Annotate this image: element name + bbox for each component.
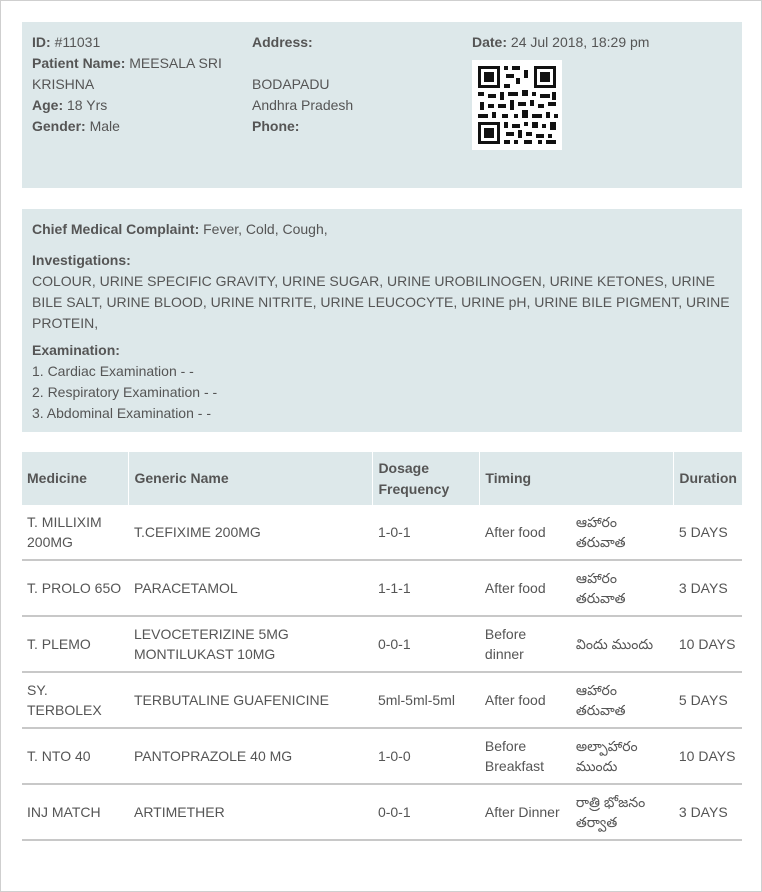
patient-info-panel: ID: #11031 Patient Name: MEESALA SRI KRI… (22, 22, 742, 188)
investigations-label: Investigations: (32, 252, 131, 268)
timing-cell: After food (479, 672, 571, 729)
timing-local-cell: రాత్రి భోజనం తర్వాత (570, 784, 674, 841)
dosage-cell: 1-1-1 (372, 560, 480, 617)
duration-cell: 10 DAYS (673, 728, 742, 785)
header-dosage-frequency: Dosage Frequency (372, 452, 481, 505)
phone-label: Phone: (252, 118, 300, 134)
date-qr-column: Date: 24 Jul 2018, 18:29 pm (472, 32, 737, 150)
patient-phone: Phone: (252, 116, 462, 137)
medicine-cell: SY. TERBOLEX (22, 672, 129, 729)
dosage-cell: 1-0-0 (372, 728, 480, 785)
timing-local-cell: ఆహారం తరువాత (570, 505, 674, 561)
generic-cell: ARTIMETHER (128, 784, 373, 841)
address-line1: BODAPADU (252, 76, 330, 92)
address-label: Address: (252, 34, 313, 50)
examination-item: 1. Cardiac Examination - - (32, 363, 194, 379)
table-row: T. MILLIXIM 200MG T.CEFIXIME 200MG 1-0-1… (22, 505, 742, 561)
table-header-row: Medicine Generic Name Dosage Frequency T… (22, 452, 742, 505)
duration-cell: 3 DAYS (673, 784, 742, 841)
investigations-value: COLOUR, URINE SPECIFIC GRAVITY, URINE SU… (32, 273, 730, 331)
timing-cell: After Dinner (479, 784, 571, 841)
examination-item: 3. Abdominal Examination - - (32, 405, 211, 421)
duration-cell: 10 DAYS (673, 616, 742, 673)
patient-gender-value: Male (89, 118, 120, 134)
patient-gender-label: Gender: (32, 118, 86, 134)
duration-cell: 5 DAYS (673, 505, 742, 561)
table-row: T. NTO 40 PANTOPRAZOLE 40 MG 1-0-0 Befor… (22, 728, 742, 785)
timing-cell: After food (479, 560, 571, 617)
patient-id-value: #11031 (54, 34, 101, 50)
examination-item: 2. Respiratory Examination - - (32, 384, 218, 400)
timing-local-cell: ఆహారం తరువాత (570, 560, 674, 617)
patient-identity-column: ID: #11031 Patient Name: MEESALA SRI KRI… (32, 32, 237, 137)
dosage-cell: 0-0-1 (372, 616, 480, 673)
header-generic-name: Generic Name (128, 452, 374, 505)
medicine-cell: T. NTO 40 (22, 728, 129, 785)
patient-age-label: Age: (32, 97, 64, 113)
duration-cell: 3 DAYS (673, 560, 742, 617)
generic-cell: PANTOPRAZOLE 40 MG (128, 728, 373, 785)
patient-name: Patient Name: MEESALA SRI KRISHNA (32, 53, 237, 95)
table-row: T. PLEMO LEVOCETERIZINE 5MG MONTILUKAST … (22, 616, 742, 673)
table-row: T. PROLO 65O PARACETAMOL 1-1-1 After foo… (22, 560, 742, 617)
generic-cell: TERBUTALINE GUAFENICINE (128, 672, 373, 729)
medicine-cell: T. MILLIXIM 200MG (22, 505, 129, 561)
complaint-value: Fever, Cold, Cough, (203, 221, 328, 237)
dosage-cell: 5ml-5ml-5ml (372, 672, 480, 729)
chief-complaint: Chief Medical Complaint: Fever, Cold, Co… (32, 219, 732, 240)
patient-age: Age: 18 Yrs (32, 95, 237, 116)
medicine-cell: T. PROLO 65O (22, 560, 129, 617)
timing-cell: After food (479, 505, 571, 561)
header-timing: Timing (479, 452, 675, 505)
generic-cell: PARACETAMOL (128, 560, 373, 617)
prescription-page: ID: #11031 Patient Name: MEESALA SRI KRI… (0, 0, 762, 892)
date-value: 24 Jul 2018, 18:29 pm (510, 34, 650, 50)
clinical-panel: Chief Medical Complaint: Fever, Cold, Co… (22, 209, 742, 432)
timing-cell: Before dinner (479, 616, 571, 673)
patient-address-column: Address: BODAPADU Andhra Pradesh Phone: (252, 32, 462, 137)
qr-code-icon (472, 60, 562, 150)
generic-cell: T.CEFIXIME 200MG (128, 505, 373, 561)
patient-id: ID: #11031 (32, 32, 237, 53)
prescription-table: Medicine Generic Name Dosage Frequency T… (22, 452, 742, 841)
timing-local-cell: ఆహారం తరువాత (570, 672, 674, 729)
timing-cell: Before Breakfast (479, 728, 571, 785)
complaint-label: Chief Medical Complaint: (32, 221, 200, 237)
address-line2: Andhra Pradesh (252, 97, 354, 113)
header-medicine: Medicine (22, 452, 130, 505)
examination-label: Examination: (32, 342, 120, 358)
visit-date: Date: 24 Jul 2018, 18:29 pm (472, 32, 737, 53)
table-row: SY. TERBOLEX TERBUTALINE GUAFENICINE 5ml… (22, 672, 742, 729)
date-label: Date: (472, 34, 508, 50)
patient-id-label: ID: (32, 34, 51, 50)
duration-cell: 5 DAYS (673, 672, 742, 729)
dosage-cell: 1-0-1 (372, 505, 480, 561)
header-duration: Duration (673, 452, 742, 505)
patient-gender: Gender: Male (32, 116, 237, 137)
generic-cell: LEVOCETERIZINE 5MG MONTILUKAST 10MG (128, 616, 373, 673)
medicine-cell: T. PLEMO (22, 616, 129, 673)
table-row: INJ MATCH ARTIMETHER 0-0-1 After Dinner … (22, 784, 742, 841)
patient-name-label: Patient Name: (32, 55, 126, 71)
timing-local-cell: అల్పాహారం ముందు (570, 728, 674, 785)
dosage-cell: 0-0-1 (372, 784, 480, 841)
medicine-cell: INJ MATCH (22, 784, 129, 841)
patient-age-value: 18 Yrs (67, 97, 108, 113)
timing-local-cell: విందు ముందు (570, 616, 674, 673)
